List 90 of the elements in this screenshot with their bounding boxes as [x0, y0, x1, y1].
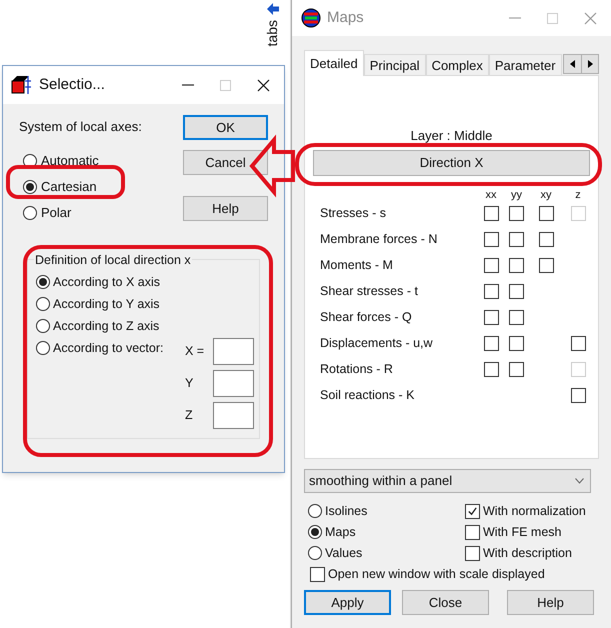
radio-button[interactable] — [36, 275, 50, 289]
row-label: Stresses - s — [320, 205, 387, 222]
row-label: Shear forces - Q — [320, 309, 413, 326]
field-label: Y — [185, 375, 194, 392]
radio-button[interactable] — [23, 206, 37, 220]
radio-button[interactable] — [23, 180, 37, 194]
tab[interactable]: Complex — [426, 54, 489, 76]
dialog-button[interactable]: Help — [507, 590, 594, 615]
radio-label[interactable]: According to vector: — [53, 338, 164, 358]
checkbox-label[interactable]: With FE mesh — [483, 522, 562, 542]
dialog-button[interactable]: Cancel — [183, 150, 268, 175]
checkbox-label[interactable]: With description — [483, 544, 572, 562]
radio-button[interactable] — [308, 546, 322, 560]
radio-label[interactable]: Isolines — [325, 502, 368, 520]
input-field[interactable] — [213, 370, 254, 397]
checkbox[interactable] — [538, 232, 554, 247]
checkbox[interactable] — [484, 258, 498, 273]
checkbox[interactable] — [538, 206, 554, 221]
tab[interactable]: Detailed — [304, 50, 364, 76]
checkbox[interactable] — [570, 388, 586, 403]
row-label: Membrane forces - N — [320, 231, 438, 248]
checkmark-icon — [467, 506, 478, 516]
radio-label[interactable]: According to Y axis — [53, 294, 160, 314]
dialog-button[interactable]: Close — [402, 590, 489, 615]
radio-label[interactable]: Automatic — [41, 152, 99, 168]
checkbox[interactable] — [484, 362, 498, 377]
checkbox[interactable] — [509, 258, 524, 273]
window-title: Selectio... — [39, 74, 105, 95]
input-field[interactable] — [213, 402, 254, 429]
row-label: Moments - M — [320, 257, 394, 274]
checkbox[interactable] — [509, 284, 524, 299]
app-icon — [301, 8, 321, 28]
layer-label: Layer : Middle — [410, 127, 492, 145]
radio-label[interactable]: According to Z axis — [53, 316, 160, 336]
radio-button[interactable] — [308, 504, 322, 518]
minimize-icon[interactable] — [182, 84, 194, 86]
input-field[interactable] — [213, 338, 254, 365]
radio-label[interactable]: Polar — [41, 204, 72, 220]
radio-button[interactable] — [36, 319, 50, 333]
field-label: Z — [185, 407, 194, 424]
dialog-button[interactable]: OK — [183, 115, 268, 140]
radio-button[interactable] — [36, 297, 50, 311]
section-label: System of local axes: — [19, 118, 143, 136]
smoothing-dropdown[interactable]: smoothing within a panel — [304, 469, 591, 493]
dialog-button[interactable]: Apply — [304, 590, 391, 615]
checkbox[interactable] — [310, 566, 325, 582]
column-header: yy — [510, 188, 523, 200]
column-header: z — [574, 188, 582, 200]
checkbox[interactable] — [509, 310, 524, 325]
radio-label[interactable]: Values — [325, 544, 362, 562]
row-label: Soil reactions - K — [320, 387, 416, 404]
radio-label[interactable]: Maps — [325, 522, 356, 542]
tab[interactable]: Principal — [364, 54, 426, 76]
checkbox[interactable] — [484, 232, 498, 247]
tab-label[interactable]: tabs — [262, 20, 283, 46]
window-title: Maps — [327, 8, 364, 28]
row-label: Displacements - u,w — [320, 335, 434, 352]
radio-button[interactable] — [308, 525, 322, 539]
radio-label[interactable]: Cartesian — [41, 178, 97, 194]
arrow-left-icon[interactable] — [266, 2, 280, 16]
checkbox[interactable] — [509, 232, 524, 247]
field-label: X = — [185, 343, 206, 360]
checkbox[interactable] — [484, 206, 498, 221]
tab[interactable]: Parameter — [488, 54, 562, 76]
checkbox[interactable] — [484, 284, 498, 299]
app-icon — [11, 75, 33, 95]
checkbox[interactable] — [509, 206, 524, 221]
checkbox[interactable] — [484, 310, 498, 325]
dialog-button[interactable]: Help — [183, 196, 268, 221]
arrow-outline — [249, 134, 295, 198]
checkbox[interactable] — [465, 546, 480, 560]
row-label: Shear stresses - t — [320, 283, 419, 300]
radio-label[interactable]: According to X axis — [53, 272, 160, 292]
checkbox[interactable] — [465, 524, 480, 540]
checkbox[interactable] — [465, 504, 480, 518]
tab-scroll-buttons[interactable] — [562, 54, 599, 74]
checkbox[interactable] — [509, 336, 524, 351]
direction-button[interactable]: Direction X — [313, 150, 590, 176]
close-icon[interactable] — [257, 78, 270, 92]
checkbox[interactable] — [570, 336, 586, 351]
checkbox-label[interactable]: With normalization — [483, 502, 586, 520]
radio-button[interactable] — [36, 341, 50, 355]
checkbox[interactable] — [509, 362, 524, 377]
checkbox[interactable] — [484, 336, 498, 351]
chevron-down-icon — [575, 478, 584, 484]
checkbox-label[interactable]: Open new window with scale displayed — [328, 564, 545, 584]
row-label: Rotations - R — [320, 361, 394, 378]
checkbox[interactable] — [538, 258, 554, 273]
column-header: xx — [484, 188, 498, 200]
column-header: xy — [540, 188, 552, 200]
